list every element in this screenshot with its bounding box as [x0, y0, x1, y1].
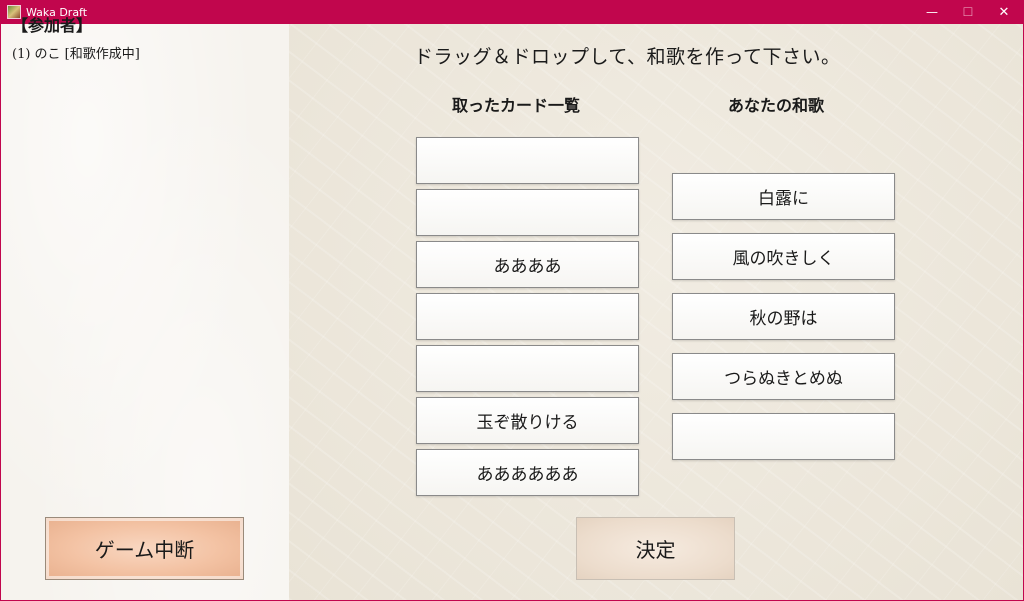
- waka-card[interactable]: 秋の野は: [672, 293, 895, 340]
- minimize-button[interactable]: —: [914, 0, 950, 24]
- maximize-button[interactable]: ☐: [950, 0, 986, 24]
- decide-button[interactable]: 決定: [576, 517, 735, 580]
- close-button[interactable]: ✕: [986, 0, 1022, 24]
- taken-card-slot[interactable]: [416, 137, 639, 184]
- quit-game-button[interactable]: ゲーム中断: [45, 517, 244, 580]
- taken-card[interactable]: ああああ: [416, 241, 639, 288]
- instruction-text: ドラッグ＆ドロップして、和歌を作って下さい。: [414, 46, 841, 68]
- waka-card[interactable]: つらぬきとめぬ: [672, 353, 895, 400]
- taken-card[interactable]: 玉ぞ散りける: [416, 397, 639, 444]
- taken-card-slot[interactable]: [416, 293, 639, 340]
- waka-card-slot[interactable]: [672, 413, 895, 460]
- main-area: [289, 24, 1023, 600]
- participants-sidebar: [1, 24, 289, 600]
- taken-cards-header: 取ったカード一覧: [452, 96, 581, 115]
- participants-header: 【参加者】: [12, 16, 93, 35]
- participant-item: (1) のこ [和歌作成中]: [12, 47, 140, 62]
- title-bar: Waka Draft: [0, 0, 1024, 24]
- waka-card[interactable]: 風の吹きしく: [672, 233, 895, 280]
- waka-card[interactable]: 白露に: [672, 173, 895, 220]
- taken-card-slot[interactable]: [416, 189, 639, 236]
- taken-card[interactable]: ああああああ: [416, 449, 639, 496]
- your-waka-header: あなたの和歌: [728, 96, 825, 115]
- taken-card-slot[interactable]: [416, 345, 639, 392]
